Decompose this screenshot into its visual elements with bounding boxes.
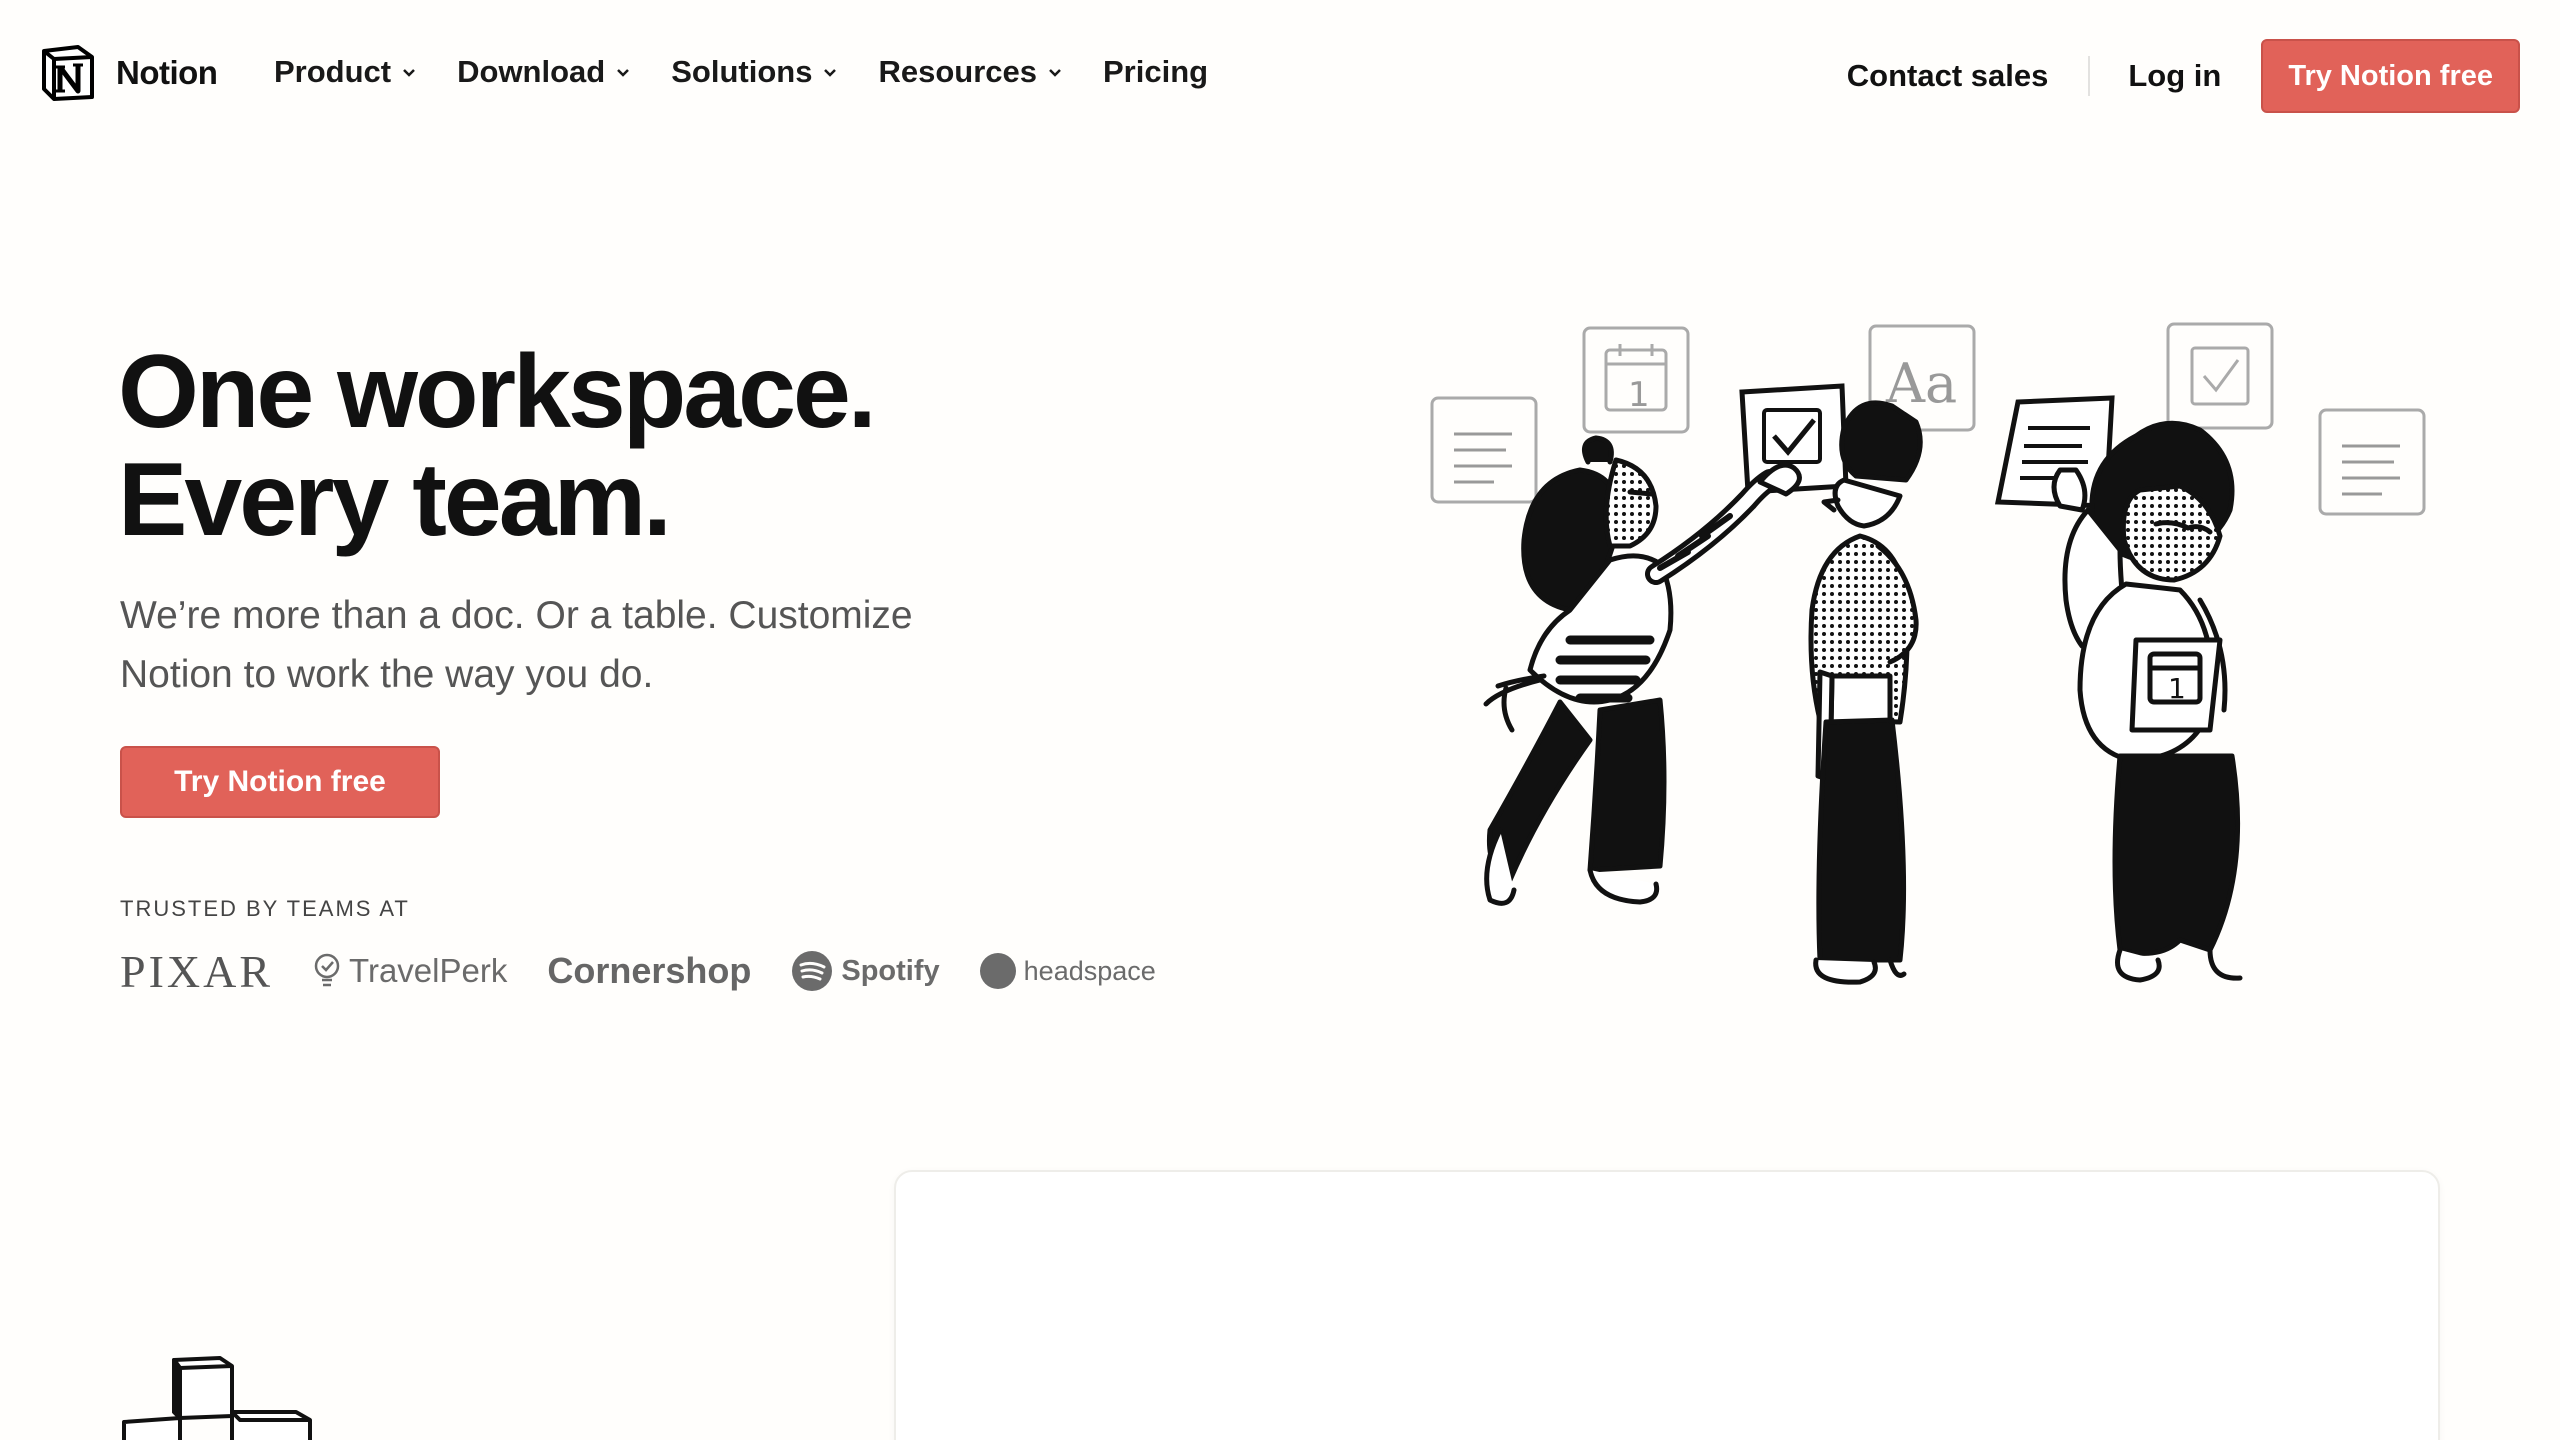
- hero-title-line-1: One workspace.: [118, 334, 877, 450]
- headspace-dot-icon: [979, 953, 1016, 989]
- log-in-link[interactable]: Log in: [2128, 58, 2221, 94]
- nav-item-product[interactable]: Product: [274, 54, 417, 90]
- chevron-down-icon: [617, 69, 630, 77]
- building-blocks-icon: [122, 1356, 312, 1440]
- nav-item-solutions[interactable]: Solutions: [671, 54, 838, 90]
- chevron-down-icon: [1049, 69, 1061, 77]
- contact-sales-link[interactable]: Contact sales: [1847, 58, 2049, 94]
- person-left: [1483, 435, 1802, 906]
- notion-logo-icon: [42, 45, 94, 101]
- hero-subtitle: We’re more than a doc. Or a table. Custo…: [120, 594, 913, 696]
- trusted-by-label: TRUSTED BY TEAMS AT: [120, 896, 410, 921]
- hero-title: One workspace. Every team.: [118, 334, 877, 558]
- nav-item-label: Pricing: [1102, 54, 1209, 89]
- team-illustration: 1 Aa 1: [1430, 322, 2426, 985]
- nav-divider: [2088, 56, 2091, 96]
- nav-item-label: Product: [274, 54, 392, 89]
- lightbulb-icon: [314, 953, 340, 987]
- headspace-logo: headspace: [979, 953, 1156, 989]
- calendar-card: 1: [1582, 326, 1690, 434]
- headspace-wordmark: headspace: [1023, 955, 1156, 986]
- nav-item-download[interactable]: Download: [457, 54, 631, 90]
- notion-logo[interactable]: Notion: [38, 43, 218, 103]
- cornershop-logo: Cornershop: [547, 950, 752, 991]
- nav-actions: Contact sales Log in Try Notion free: [1847, 39, 2520, 113]
- hero-title-line-2: Every team.: [118, 442, 672, 558]
- product-preview-card: [894, 1170, 2440, 1440]
- main-menu: Product Download Solutions Resources Pri…: [274, 54, 1248, 90]
- nav-item-label: Resources: [878, 54, 1037, 89]
- person-right: 1: [2051, 420, 2243, 983]
- customer-logos: PIXAR TravelPerk Cornershop Spotify head…: [120, 944, 1196, 998]
- chevron-down-icon: [824, 69, 837, 77]
- spotify-logo: Spotify: [791, 950, 940, 992]
- svg-text:1: 1: [1628, 375, 1650, 415]
- pixar-logo: PIXAR: [120, 945, 274, 997]
- travelperk-wordmark: TravelPerk: [349, 952, 508, 989]
- text-doc-card-right: [2318, 408, 2426, 516]
- person-middle: [1808, 400, 1923, 985]
- nav-item-resources[interactable]: Resources: [878, 54, 1063, 90]
- top-navigation: Notion Product Download Solutions Resour…: [0, 0, 2560, 154]
- spotify-wordmark: Spotify: [841, 954, 940, 987]
- text-doc-card-left: [1430, 396, 1538, 504]
- chevron-down-icon: [403, 69, 416, 77]
- svg-text:1: 1: [2168, 672, 2186, 705]
- nav-item-label: Download: [457, 54, 606, 89]
- checkbox-card-right: [2166, 322, 2274, 430]
- try-notion-free-hero-button[interactable]: Try Notion free: [120, 746, 440, 818]
- nav-item-label: Solutions: [671, 54, 813, 89]
- spotify-icon: [792, 951, 833, 991]
- nav-item-pricing[interactable]: Pricing: [1103, 54, 1208, 90]
- try-notion-free-nav-button[interactable]: Try Notion free: [2261, 39, 2520, 113]
- brand-name: Notion: [116, 54, 218, 91]
- travelperk-logo: TravelPerk: [313, 952, 507, 990]
